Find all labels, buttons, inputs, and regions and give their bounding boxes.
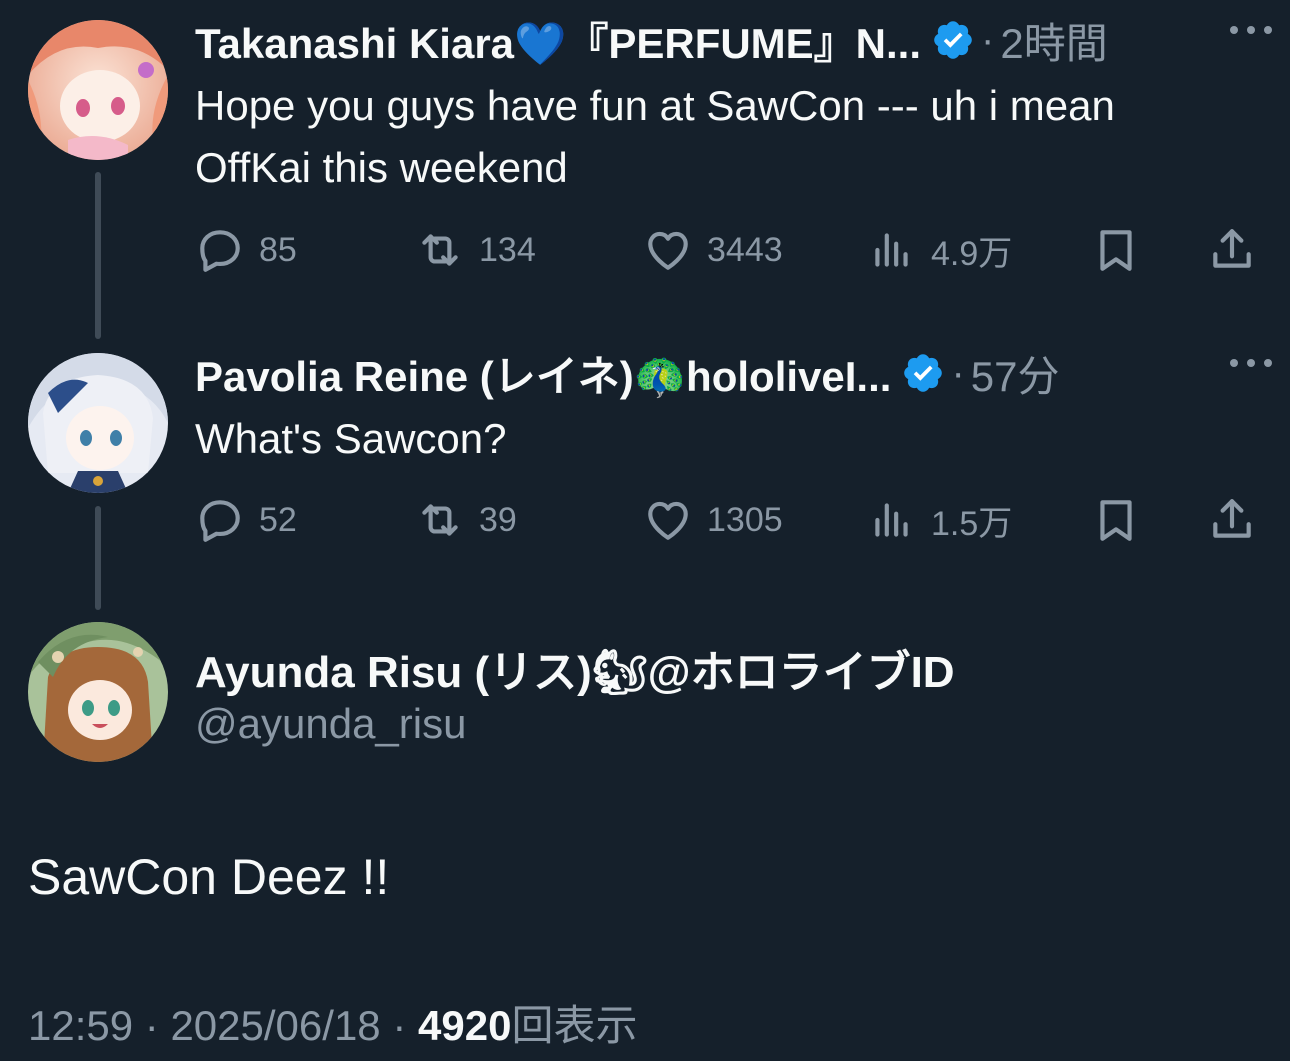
separator-dot: ·	[951, 350, 965, 395]
repost-count: 134	[479, 230, 536, 269]
display-name[interactable]: Takanashi Kiara💙『PERFUME』N...	[195, 10, 921, 71]
repost-button[interactable]: 134	[415, 222, 536, 278]
like-button[interactable]: 1305	[643, 492, 783, 548]
tweet-text: What's Sawcon?	[195, 415, 507, 462]
reply-button[interactable]: 85	[195, 222, 297, 278]
reply-header: Takanashi Kiara💙『PERFUME』N... · 2時間	[195, 10, 1260, 70]
repost-count: 39	[479, 500, 517, 539]
bookmark-icon	[1091, 225, 1141, 275]
avatar[interactable]	[28, 353, 168, 493]
views-count: 4.9万	[931, 234, 1013, 273]
view-count-label: 回表示	[511, 1002, 638, 1049]
avatar-image	[28, 622, 168, 762]
share-button[interactable]	[1207, 222, 1257, 278]
reply-tweet-1[interactable]: Takanashi Kiara💙『PERFUME』N... · 2時間 Hope…	[0, 0, 1290, 340]
reply-tweet-2[interactable]: Pavolia Reine (レイネ)🦚hololiveI... · 57分 W…	[0, 340, 1290, 610]
more-icon[interactable]	[1226, 10, 1276, 50]
thread-line	[95, 506, 101, 610]
share-icon	[1207, 495, 1257, 545]
timestamp[interactable]: 57分	[971, 343, 1060, 404]
avatar-image	[28, 20, 168, 160]
repost-icon	[415, 225, 465, 275]
post-date[interactable]: 2025/06/18	[170, 1002, 380, 1049]
post-text: SawCon Deez !!	[28, 849, 390, 905]
separator-dot: ·	[144, 1002, 159, 1049]
bookmark-button[interactable]	[1091, 222, 1141, 278]
reply-count: 85	[259, 230, 297, 269]
reply-button[interactable]: 52	[195, 492, 297, 548]
tweet-text: Hope you guys have fun at SawCon --- uh …	[195, 82, 1115, 191]
post-time[interactable]: 12:59	[28, 1002, 133, 1049]
verified-badge-icon	[901, 351, 945, 395]
timestamp[interactable]: 2時間	[1000, 10, 1107, 71]
like-icon	[643, 495, 693, 545]
avatar[interactable]	[28, 622, 168, 762]
post-meta: 12:59 · 2025/06/18 · 4920回表示	[28, 992, 637, 1053]
views-icon	[867, 495, 917, 545]
thread-line	[95, 172, 101, 339]
reply-count: 52	[259, 500, 297, 539]
views-count: 1.5万	[931, 504, 1013, 543]
view-count[interactable]: 4920	[418, 1002, 511, 1049]
like-count: 1305	[707, 500, 783, 539]
views-button[interactable]: 4.9万	[867, 222, 1012, 278]
share-button[interactable]	[1207, 492, 1257, 548]
repost-icon	[415, 495, 465, 545]
separator-dot: ·	[981, 17, 995, 62]
like-button[interactable]: 3443	[643, 222, 783, 278]
more-icon[interactable]	[1226, 343, 1276, 383]
avatar[interactable]	[28, 20, 168, 160]
action-bar: 85 134 3443 4.9万	[195, 222, 1265, 278]
views-button[interactable]: 1.5万	[867, 492, 1012, 548]
bookmark-button[interactable]	[1091, 492, 1141, 548]
repost-button[interactable]: 39	[415, 492, 517, 548]
handle[interactable]: @ayunda_risu	[195, 700, 466, 748]
avatar-image	[28, 353, 168, 493]
bookmark-icon	[1091, 495, 1141, 545]
action-bar: 52 39 1305 1.5万	[195, 492, 1265, 548]
like-count: 3443	[707, 230, 783, 269]
verified-badge-icon	[931, 18, 975, 62]
views-icon	[867, 225, 917, 275]
share-icon	[1207, 225, 1257, 275]
separator-dot: ·	[392, 1002, 407, 1049]
reply-icon	[195, 225, 245, 275]
display-name[interactable]: Pavolia Reine (レイネ)🦚hololiveI...	[195, 343, 891, 404]
display-name[interactable]: Ayunda Risu (リス)🐿@ホロライブID	[195, 636, 955, 700]
reply-header: Pavolia Reine (レイネ)🦚hololiveI... · 57分	[195, 343, 1260, 403]
reply-icon	[195, 495, 245, 545]
like-icon	[643, 225, 693, 275]
